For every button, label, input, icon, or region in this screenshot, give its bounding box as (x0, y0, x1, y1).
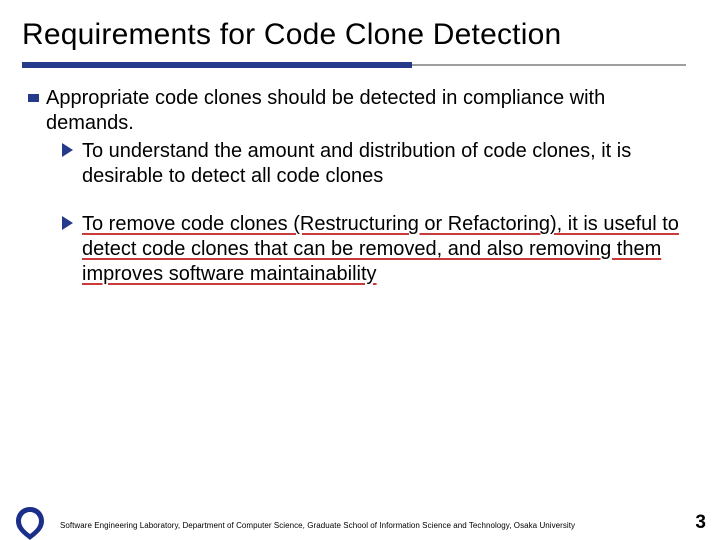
slide-title: Requirements for Code Clone Detection (22, 18, 692, 52)
bullet-level1: Appropriate code clones should be detect… (28, 86, 692, 286)
rule-accent (22, 62, 412, 68)
arrow-icon (62, 143, 73, 157)
title-rule (22, 62, 686, 68)
rule-line (412, 64, 686, 66)
arrow-icon (62, 216, 73, 230)
bullet-text: To understand the amount and distributio… (82, 140, 631, 187)
osaka-univ-logo-icon (10, 504, 50, 540)
bullet-level2: To understand the amount and distributio… (62, 139, 692, 188)
body-text: Appropriate code clones should be detect… (28, 86, 692, 286)
footer-text: Software Engineering Laboratory, Departm… (60, 521, 575, 530)
bullet-level2: To remove code clones (Restructuring or … (62, 212, 692, 286)
bullet-text: Appropriate code clones should be detect… (46, 87, 605, 134)
slide: Requirements for Code Clone Detection Ap… (0, 0, 720, 540)
slide-number: 3 (695, 512, 706, 534)
bullet-text-highlighted: To remove code clones (Restructuring or … (82, 213, 679, 284)
